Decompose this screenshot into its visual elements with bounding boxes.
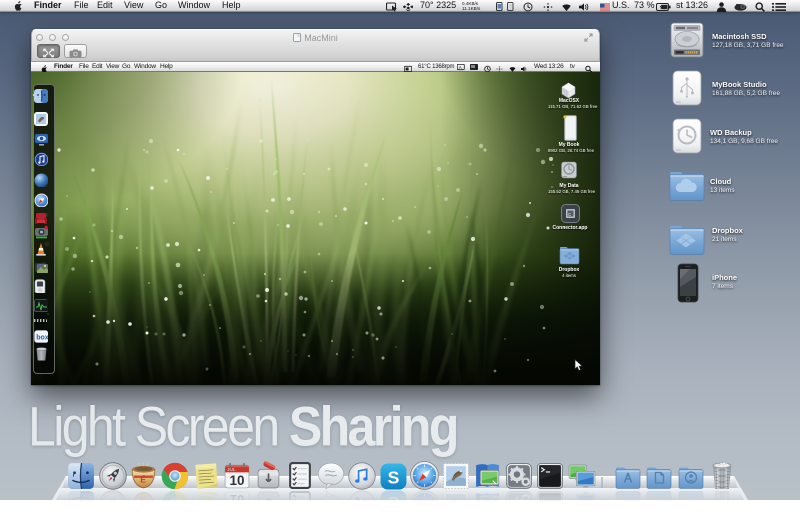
svg-text:S: S [388, 467, 400, 487]
svg-text:JUL: JUL [228, 508, 237, 513]
svg-text:É: É [141, 475, 147, 485]
svg-text:box: box [36, 335, 48, 342]
svg-text:JUL: JUL [228, 467, 237, 472]
svg-text:S: S [388, 493, 400, 513]
svg-text:10: 10 [230, 473, 245, 488]
svg-text:A: A [459, 65, 463, 70]
svg-text:É: É [141, 495, 147, 505]
